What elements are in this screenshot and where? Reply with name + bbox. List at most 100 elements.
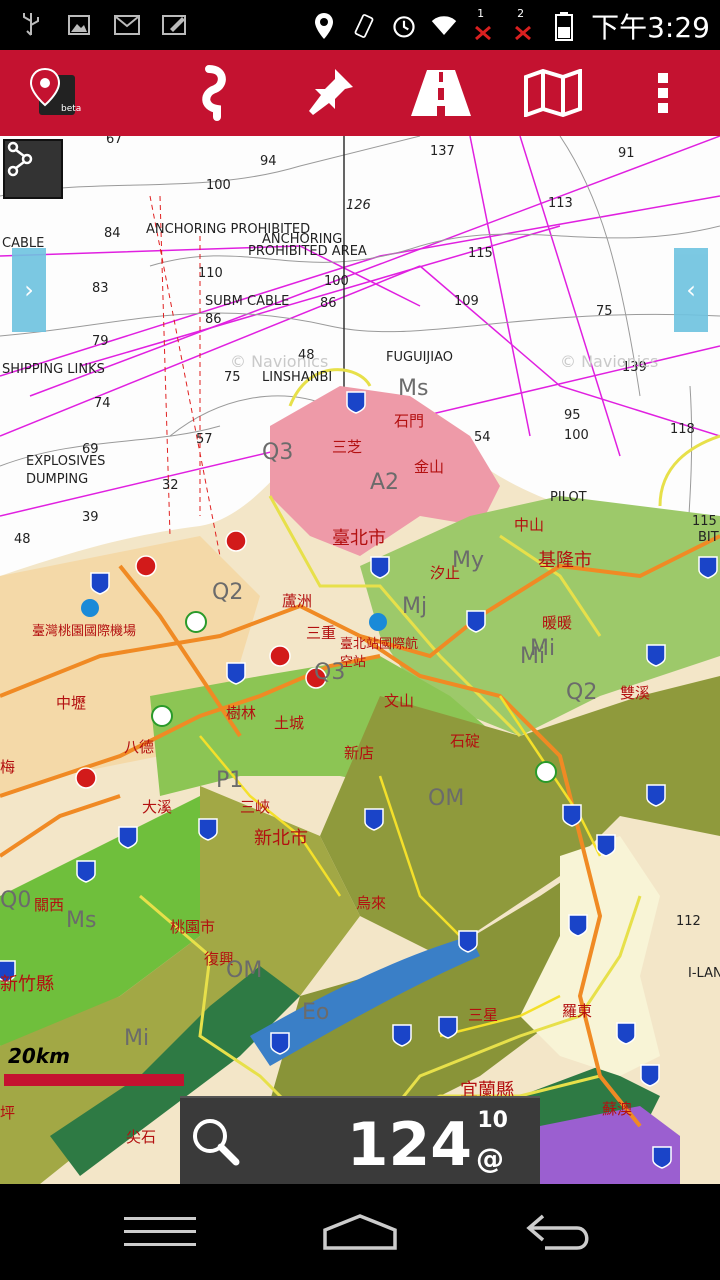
recent-apps-button[interactable] [110,1202,210,1262]
depth-label: 95 [564,408,581,423]
geology-label: Mi [520,644,546,669]
depth-label: 112 [676,914,701,929]
place-label: 金山 [414,458,445,476]
usb-icon [18,10,44,40]
road-icon [411,70,471,116]
place-label: 三星 [468,1006,499,1024]
geology-label: Q2 [212,580,244,605]
depth-label: 54 [474,430,491,445]
chart-text: I-LAN [688,966,720,981]
route-button[interactable] [172,50,258,136]
home-icon [323,1214,397,1250]
place-label: 尖石 [126,1128,157,1146]
depth-label: 75 [224,370,241,385]
depth-label: 100 [324,274,349,289]
vibrate-icon [351,11,377,41]
place-label: 新北市 [254,828,308,849]
overflow-menu-icon [658,73,668,113]
place-label: 新竹縣 [0,974,54,995]
place-label: 八德 [124,738,155,756]
depth-label: 32 [162,478,179,493]
place-label: 臺北市 [332,528,386,549]
gmail-icon [114,10,140,40]
status-bar: 1 2 下午3:29 [0,0,720,50]
svg-text:beta: beta [61,104,81,114]
left-drawer-tab[interactable]: › [12,248,46,332]
share-nodes-icon [7,141,33,177]
place-label: 石門 [394,412,425,430]
place-label: 文山 [384,692,415,710]
track-button[interactable] [3,139,63,199]
zoom-panel[interactable]: 124 10 @ [180,1096,540,1184]
depth-label: 100 [564,428,589,443]
road-button[interactable] [398,50,484,136]
geology-label: Q2 [566,680,598,705]
map-view[interactable]: 67 94 137 91 100 126 113 CABLE 84 ANCHOR… [0,136,720,1184]
pin-icon [309,69,353,115]
place-label: 石碇 [450,732,481,750]
depth-label: 137 [430,144,455,159]
depth-label: 94 [260,154,277,169]
home-button[interactable] [310,1202,410,1262]
depth-label: 83 [92,281,109,296]
sim2-label: 2 [517,7,525,20]
back-icon [526,1214,589,1250]
back-button[interactable] [510,1202,610,1262]
wifi-icon [431,11,457,41]
depth-label: 86 [320,296,337,311]
geology-label: My [452,548,485,573]
search-icon [193,1119,240,1166]
place-label: 暖暖 [542,614,573,632]
zoom-at-symbol: @ [476,1142,504,1175]
depth-label: 118 [670,422,695,437]
place-label: 新店 [344,744,375,762]
place-label: 基隆市 [538,550,592,571]
depth-label: 57 [196,432,213,447]
geology-label: Q0 [0,888,32,913]
zoom-value: 124 [346,1110,472,1180]
geology-label: Mj [402,594,428,619]
place-label: 樹林 [226,704,257,722]
app-bar: beta [0,50,720,136]
place-label: 中壢 [56,694,87,712]
recent-apps-icon [124,1217,196,1246]
depth-label: 100 [206,178,231,193]
watermark: © Navionics [560,352,659,371]
right-drawer-tab[interactable]: ‹ [674,248,708,332]
map-button[interactable] [510,50,596,136]
depth-label: 115 [468,246,493,261]
geology-label: Ms [66,908,97,933]
app-logo-button[interactable]: beta [10,50,96,136]
chevron-right-icon: › [24,276,34,304]
depth-label: 126 [346,198,371,213]
geology-label: P1 [216,768,244,793]
place-label: 三芝 [332,438,363,456]
signal2-icon: 2 [511,7,537,41]
place-label: 三峽 [240,798,271,816]
place-label: 土城 [274,714,305,732]
signal1-icon: 1 [471,7,497,41]
place-label: 桃園市 [170,918,216,936]
depth-label: 67 [106,136,123,147]
geology-label: OM [226,958,263,983]
depth-label: 86 [205,312,222,327]
chart-text: SHIPPING LINKS [2,362,105,377]
scale-bar [4,1074,184,1086]
pin-button[interactable] [286,50,372,136]
depth-label: 109 [454,294,479,309]
depth-label: 74 [94,396,111,411]
place-label: 梅 [0,758,16,776]
image-icon [66,10,92,40]
app-logo-icon: beta [29,67,81,115]
overflow-menu-button[interactable] [630,50,696,136]
depth-label: 84 [104,226,121,241]
alarm-icon [391,11,417,41]
depth-label: 75 [596,304,613,319]
chart-text: PROHIBITED AREA [248,244,367,259]
edit-icon [162,10,188,40]
chart-text: FUGUIJIAO [386,350,453,365]
zoom-exponent: 10 [477,1108,508,1133]
place-label: 烏來 [356,894,387,912]
place-label: 臺灣桃園國際機場 [32,624,137,639]
clock: 下午3:29 [591,11,710,44]
